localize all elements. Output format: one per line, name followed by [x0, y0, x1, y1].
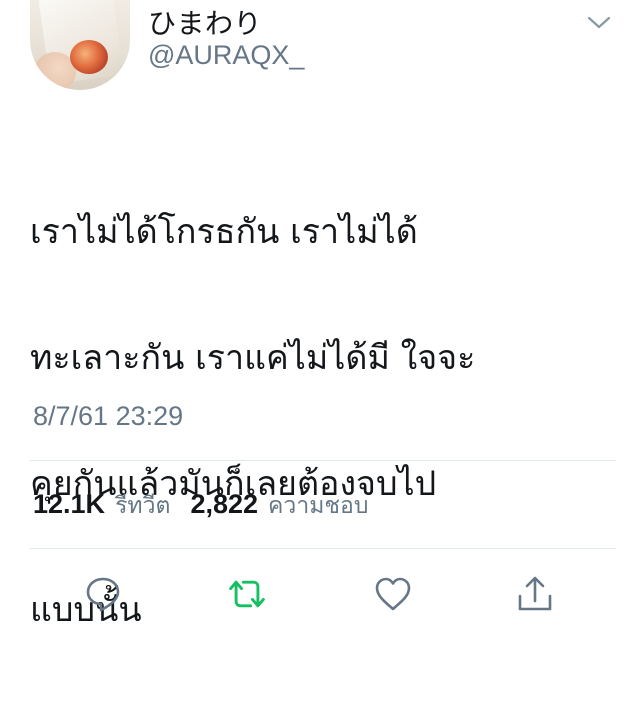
divider [30, 460, 616, 461]
divider [30, 548, 616, 549]
retweets-count[interactable]: 12.1K [33, 489, 105, 520]
like-button[interactable] [373, 574, 413, 614]
retweets-label[interactable]: รีทวีต [115, 488, 170, 524]
tweet-line: ทะเลาะกัน เราแค่ไม่ได้มี ใจจะ [30, 338, 476, 378]
likes-count[interactable]: 2,822 [190, 489, 258, 520]
share-button[interactable] [515, 574, 555, 614]
retweet-icon [229, 580, 265, 608]
avatar-peach [70, 40, 108, 74]
reply-icon [86, 577, 120, 612]
tweet-timestamp[interactable]: 8/7/61 23:29 [33, 401, 183, 432]
chevron-down-icon[interactable] [586, 12, 612, 32]
avatar[interactable] [30, 0, 130, 90]
reply-button[interactable] [83, 574, 123, 614]
tweet-stats: 12.1K รีทวีต 2,822 ความชอบ [33, 488, 388, 524]
share-icon [518, 576, 552, 611]
user-handle[interactable]: @AURAQX_ [148, 40, 304, 71]
heart-icon [375, 577, 411, 611]
likes-label[interactable]: ความชอบ [268, 488, 368, 524]
retweet-button[interactable] [227, 574, 267, 614]
tweet-line: เราไม่ได้โกรธกัน เราไม่ได้ [30, 212, 418, 252]
display-name[interactable]: ひまわり [148, 2, 262, 42]
